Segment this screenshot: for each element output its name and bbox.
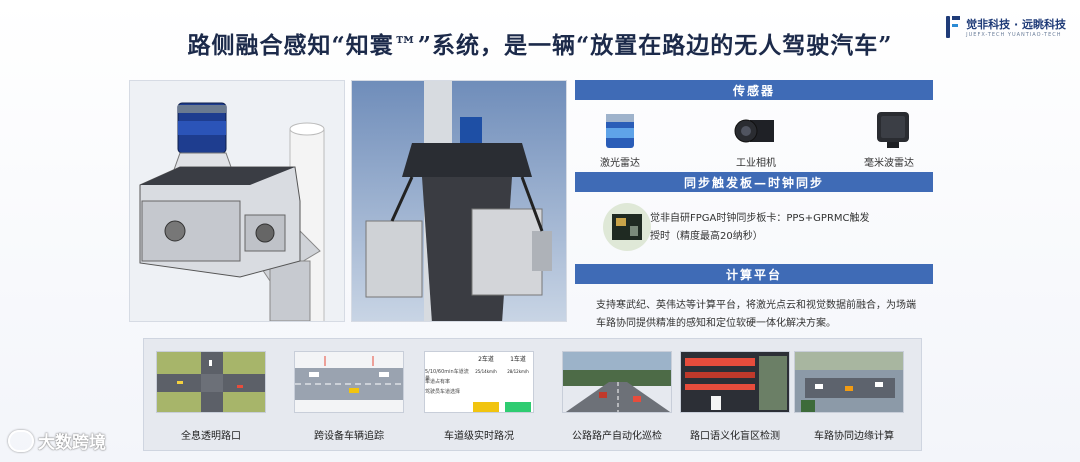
lane-col-header: 2车道 (478, 356, 494, 363)
scenario-strip: 全息透明路口 跨设备车辆追踪 5/10/60min车道流量 车道占有率 驾驶员车… (143, 338, 922, 451)
industrial-camera-icon (734, 119, 774, 143)
logo-name-cn: 觉非科技 · 远眺科技 (966, 18, 1066, 31)
device-cad-image (129, 80, 345, 322)
logo-name-en: JUEFX-TECH YUANTIAO-TECH (966, 32, 1062, 38)
scenario-label: 全息透明路口 (181, 431, 241, 442)
lane-value: 25/14km/h (475, 369, 497, 374)
lane-row-label: 驾驶员车道选择 (425, 389, 461, 395)
scenario-label: 路口语义化盲区检测 (690, 431, 780, 442)
sync-description-line-1: 觉非自研FPGA时钟同步板卡：PPS+GPRMC触发 (650, 213, 870, 224)
mmwave-radar-icon (877, 112, 909, 148)
scenario-thumb-edge-computing (794, 351, 904, 413)
scenario-label: 车道级实时路况 (444, 431, 514, 442)
scenario-label: 公路路产自动化巡检 (572, 431, 662, 442)
lane-row-label: 5/10/60min车道流量 (425, 369, 469, 382)
watermark: 大数跨境 (8, 428, 106, 453)
sensor-label-radar: 毫米波雷达 (864, 158, 914, 169)
sync-section-header: 同步触发板—时钟同步 (575, 172, 933, 192)
watermark-text: 大数跨境 (38, 433, 106, 453)
scenario-label: 跨设备车辆追踪 (314, 431, 384, 442)
compute-description-line-1: 支持寒武纪、英伟达等计算平台，将激光点云和视觉数据前融合，为场端 (596, 300, 916, 311)
lidar-icon (606, 114, 634, 148)
compute-description: 支持寒武纪、英伟达等计算平台，将激光点云和视觉数据前融合，为场端 车路协同提供精… (596, 297, 941, 333)
lane-value: 28/12km/h (507, 369, 529, 374)
compute-description-line-2: 车路协同提供精准的感知和定位软硬一体化解决方案。 (596, 318, 836, 329)
logo-mark-icon (944, 14, 962, 40)
scenario-thumb-intersection (156, 351, 266, 413)
device-photo (351, 80, 567, 322)
scenario-thumb-blind-spot (680, 351, 790, 413)
scenario-thumb-road-inspection (562, 351, 672, 413)
sync-description: 觉非自研FPGA时钟同步板卡：PPS+GPRMC触发 授时（精度最高20纳秒） (650, 210, 920, 246)
slide: 路侧融合感知“知寰™”系统，是一辆“放置在路边的无人驾驶汽车” 觉非科技 · 远… (0, 0, 1080, 462)
lane-col-header: 1车道 (510, 356, 526, 363)
lane-row-label: 车道占有率 (425, 379, 451, 385)
company-logo: 觉非科技 · 远眺科技 JUEFX-TECH YUANTIAO-TECH (944, 14, 1066, 40)
scenario-thumb-lane-status: 5/10/60min车道流量 车道占有率 驾驶员车道选择 2车道 25/14km… (424, 351, 534, 413)
slide-title: 路侧融合感知“知寰™”系统，是一辆“放置在路边的无人驾驶汽车” (187, 32, 893, 59)
sensor-label-camera: 工业相机 (736, 158, 776, 169)
watermark-logo-icon (8, 429, 34, 452)
fpga-board-icon (603, 203, 651, 251)
sync-description-line-2: 授时（精度最高20纳秒） (650, 231, 763, 242)
scenario-label: 车路协同边缘计算 (814, 431, 894, 442)
sensor-section-header: 传感器 (575, 80, 933, 100)
sensor-label-lidar: 激光雷达 (600, 158, 640, 169)
compute-section-header: 计算平台 (575, 264, 933, 284)
scenario-thumb-tracking (294, 351, 404, 413)
